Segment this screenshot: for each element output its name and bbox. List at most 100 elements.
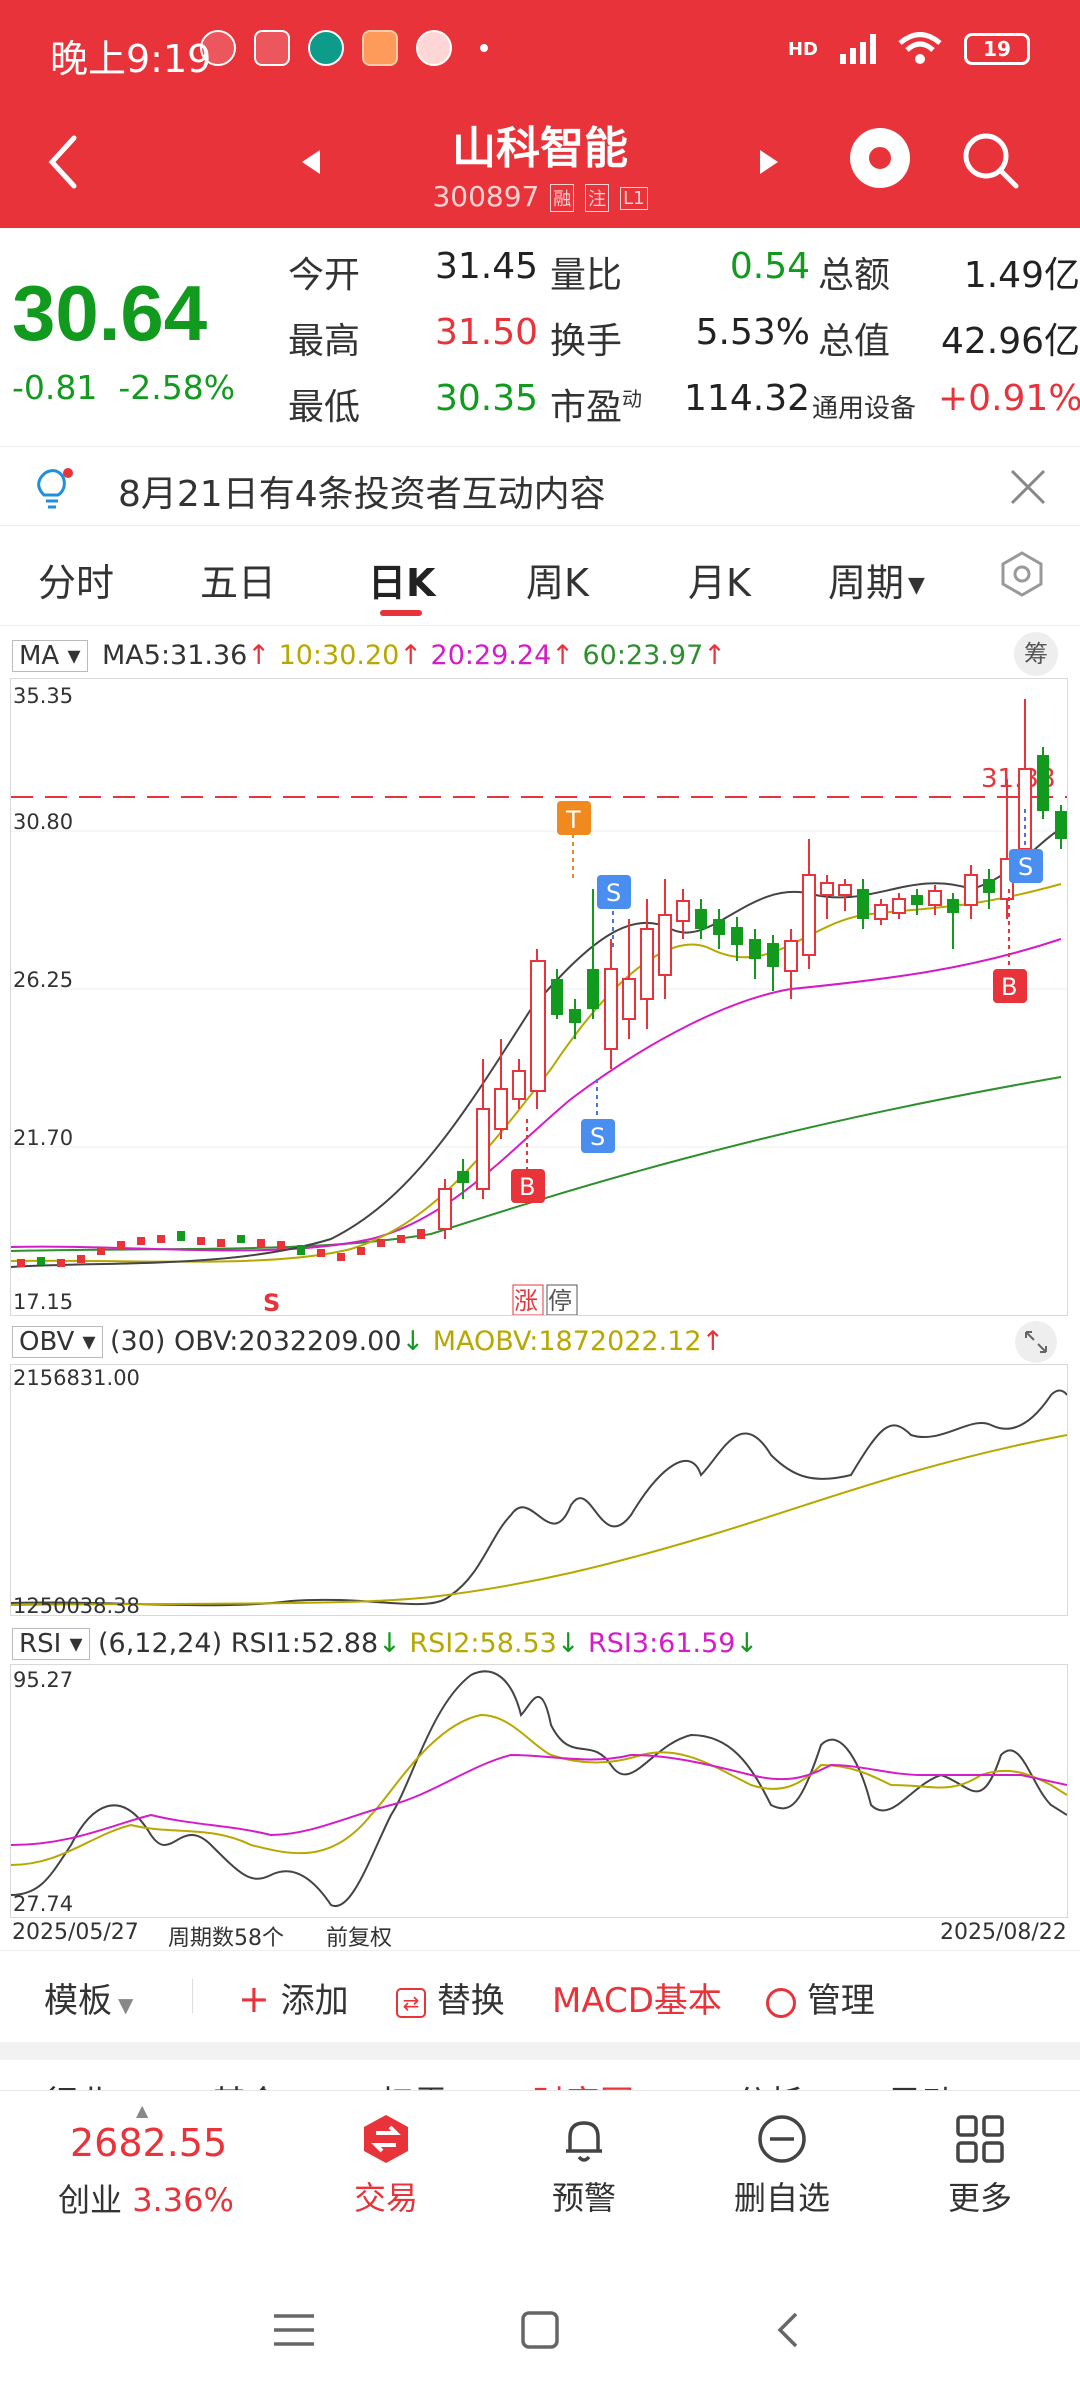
peek-tab-risk[interactable]: 扫雷 xyxy=(380,2076,448,2090)
rsi3-down-arrow: ↓ xyxy=(735,1628,759,1659)
ma60-label: 60: xyxy=(582,640,626,671)
rsi-axis-bottom: 27.74 xyxy=(13,1892,73,1916)
more-label: 更多 xyxy=(947,2179,1012,2217)
tab-five-day[interactable]: 五日 xyxy=(200,552,276,607)
level1-tag: L1 xyxy=(620,186,648,210)
turnover-rate-value: 5.53% xyxy=(695,312,810,353)
kline-chart: 31.38 xyxy=(11,684,1067,1315)
replace-indicator-button[interactable]: ⇄ 替换 xyxy=(396,1973,505,2022)
add-indicator-button[interactable]: + 添加 xyxy=(238,1973,349,2022)
chip-distribution-button[interactable]: 筹 xyxy=(1014,632,1058,676)
index-value[interactable]: 2682.55 xyxy=(70,2121,227,2165)
stock-name: 山科智能 xyxy=(452,123,628,174)
industry-label[interactable]: 通用设备 xyxy=(812,388,916,425)
ma5-value: 31.36 xyxy=(170,640,248,671)
rsi-axis-top: 95.27 xyxy=(13,1668,73,1692)
pe-ratio-value: 114.32 xyxy=(684,378,810,419)
trade-label: 交易 xyxy=(353,2179,418,2217)
manage-indicator-button[interactable]: 管理 xyxy=(766,1973,875,2022)
quote-row-1: 今开 31.45 量比 0.54 总额 1.49亿 xyxy=(288,246,1080,308)
change-amount: -0.81 xyxy=(12,368,98,407)
registration-tag: 注 xyxy=(585,184,610,212)
kline-panel[interactable]: 31.38 xyxy=(10,678,1068,1316)
svg-text:B: B xyxy=(519,1173,535,1201)
peek-tab-industry[interactable]: 行业 xyxy=(44,2076,112,2090)
volume-ratio-label: 量比 xyxy=(550,255,623,296)
rsi-panel[interactable]: 95.27 27.74 xyxy=(10,1664,1068,1918)
macd-basic-button[interactable]: MACD基本 xyxy=(552,1973,722,2022)
obv-axis-bottom: 1250038.38 xyxy=(13,1594,140,1615)
indicator-select-obv-label: OBV xyxy=(19,1327,75,1357)
indicator-select-ma[interactable]: MA ▾ xyxy=(12,640,88,672)
peek-tab-wealth[interactable]: 财富圈 xyxy=(532,2076,634,2090)
alarm-icon xyxy=(200,30,236,66)
peek-tab-fund[interactable]: 基金 xyxy=(212,2076,280,2090)
tab-period[interactable]: 周期 ▼ xyxy=(828,552,925,607)
svg-text:B: B xyxy=(1001,973,1017,1001)
stock-code-line: 300897 融 注 L1 xyxy=(0,180,1080,213)
tab-period-label: 周期 xyxy=(828,561,905,605)
nav-remove-watchlist[interactable]: 删自选 xyxy=(712,2113,852,2219)
rsi1-down-arrow: ↓ xyxy=(378,1628,401,1659)
rsi-legend: RSI ▾ (6,12,24) RSI1:52.88↓ RSI2:58.53↓ … xyxy=(0,1620,1080,1668)
quote-panel: 30.64 -0.81 -2.58% 今开 31.45 量比 0.54 总额 1… xyxy=(0,228,1080,446)
indicator-select-obv[interactable]: OBV ▾ xyxy=(12,1326,103,1358)
ai-assistant-eye xyxy=(865,143,895,173)
tab-intraday[interactable]: 分时 xyxy=(38,552,114,607)
adjust-mode[interactable]: 前复权 xyxy=(326,1920,392,1952)
next-stock-icon[interactable] xyxy=(758,148,780,176)
search-icon[interactable] xyxy=(960,130,1020,190)
nav-more[interactable]: 更多 xyxy=(910,2113,1050,2219)
maobv-line xyxy=(11,1434,1067,1606)
ma5-label: MA5: xyxy=(102,640,171,671)
obv-panel[interactable]: 2156831.00 1250038.38 xyxy=(10,1364,1068,1616)
back-icon[interactable] xyxy=(774,2310,802,2350)
nav-alert[interactable]: 预警 xyxy=(514,2113,654,2219)
signal-icon xyxy=(840,34,876,64)
more-dot-icon xyxy=(480,44,488,52)
rsi2-line xyxy=(11,1713,1067,1866)
date-end: 2025/08/22 xyxy=(940,1920,1067,1945)
index-summary[interactable]: 创业 3.36% xyxy=(58,2175,234,2221)
obv-params: (30) xyxy=(110,1326,166,1357)
marker-t: T xyxy=(565,806,581,834)
template-button[interactable]: 模板 ▼ xyxy=(44,1973,133,2022)
indicator-select-rsi-label: RSI xyxy=(19,1629,62,1659)
open-value: 31.45 xyxy=(434,246,538,287)
rsi1-line xyxy=(11,1670,1067,1908)
ma60-value: 23.97 xyxy=(625,640,704,671)
peek-tab-abnormal[interactable]: 异动 xyxy=(888,2076,956,2090)
settings-hexagon-icon[interactable] xyxy=(998,550,1046,598)
manage-icon xyxy=(766,1987,796,2018)
indicator-select-rsi[interactable]: RSI ▾ xyxy=(12,1628,90,1660)
pe-ratio-dynamic-sup: 动 xyxy=(622,387,643,411)
alert-label: 预警 xyxy=(551,2179,616,2217)
tab-daily-k[interactable]: 日K xyxy=(368,552,435,607)
svg-text:S: S xyxy=(590,1123,605,1151)
minus-circle-icon xyxy=(758,2115,806,2163)
high-value: 31.50 xyxy=(434,312,538,353)
index-name: 创业 xyxy=(58,2181,123,2219)
dropdown-caret-icon: ▼ xyxy=(908,573,925,598)
taobao-app-icon xyxy=(362,30,398,66)
investor-notice-bar[interactable]: 8月21日有4条投资者互动内容 xyxy=(0,446,1080,526)
menu-icon[interactable] xyxy=(272,2312,316,2348)
add-label: 添加 xyxy=(280,1981,349,2021)
obv-down-arrow: ↓ xyxy=(401,1326,425,1357)
expand-icon[interactable] xyxy=(1014,1320,1058,1364)
low-label: 最低 xyxy=(288,387,361,428)
replace-icon: ⇄ xyxy=(396,1987,426,2018)
stock-code: 300897 xyxy=(432,180,540,213)
turnover-amount-value: 1.49亿 xyxy=(963,255,1080,296)
peek-tab-ai[interactable]: AI分析 xyxy=(702,2076,803,2090)
nav-trade[interactable]: 交易 xyxy=(316,2113,456,2219)
tab-monthly-k[interactable]: 月K xyxy=(688,552,751,607)
home-icon[interactable] xyxy=(520,2310,560,2350)
period-tabs: 分时 五日 日K 周K 月K 周期 ▼ xyxy=(0,528,1080,626)
rsi-values: (6,12,24) RSI1:52.88↓ RSI2:58.53↓ RSI3:6… xyxy=(98,1628,758,1659)
tab-weekly-k[interactable]: 周K xyxy=(526,552,589,607)
ai-assistant-icon[interactable] xyxy=(850,128,910,188)
price-change: -0.81 -2.58% xyxy=(12,368,235,407)
close-icon[interactable] xyxy=(1008,467,1048,507)
status-bar: 晚上9:19 HD 19 xyxy=(0,0,1080,100)
